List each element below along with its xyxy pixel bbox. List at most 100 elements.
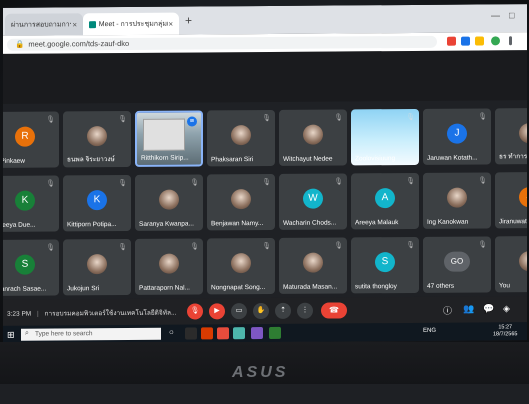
more-options-button[interactable]: ⋮ [297,302,313,319]
participant-tile[interactable]: 🎙 Nongnapat Song... [207,237,275,295]
participant-tile[interactable]: S 🎙 sutita thongloy [351,236,419,294]
windows-start-icon[interactable]: ⊞ [7,330,15,341]
participant-name: You [499,282,510,290]
search-icon: ⌕ [25,329,29,337]
participant-tile[interactable]: 🎙 Saranya Kwanpa... [135,174,203,231]
present-button[interactable]: ⇡ [275,302,291,319]
url-text: meet.google.com/tds-zauf-dko [28,38,130,49]
participant-tile[interactable]: 🎙 Witchayut Nedee [279,109,347,166]
chrome-app-icon[interactable] [233,327,245,340]
activities-icon[interactable]: ◈ [503,303,510,314]
close-icon[interactable]: × [72,20,77,29]
participant-name: Pattaraporn Nal... [139,284,190,292]
participant-tile[interactable]: 🎙 Jukojun Sri [63,238,131,296]
star-icon[interactable] [475,36,484,46]
participant-tile[interactable]: K 🎙 aneeya Due... [3,175,59,232]
participant-tile[interactable]: 🎙 Benjawan Namy... [207,173,275,231]
participant-name: 47 others [427,282,455,290]
participant-tile[interactable]: R 🎙 n Pinkaew [3,111,59,168]
chat-icon[interactable]: 💬 [483,303,494,314]
participant-tile[interactable]: ≋ Ritthikorn Sirip... [135,110,203,167]
participant-tile[interactable]: 🎙 Zoolovisiuung [351,108,419,166]
participant-name: aneeya Due... [3,221,36,229]
participant-avatar: K [15,190,35,211]
participant-tile[interactable]: 🎙 Maturada Masan... [279,237,347,294]
mic-muted-icon: 🎙 [118,243,127,252]
language-indicator[interactable]: ENG [423,328,436,334]
participant-name: sutita thongloy [355,283,397,291]
participant-tile[interactable]: 🎙 ธนพล จิระยาวงษ์ [63,110,131,168]
participant-name: Benjawan Namy... [211,220,264,228]
participant-avatar: K [87,190,107,211]
task-view-icon[interactable] [185,327,197,340]
participant-tile[interactable]: GO 🎙 47 others [423,236,491,293]
laptop-brand-logo: ASUS [232,364,289,381]
participant-avatar [231,125,251,146]
participant-name: Wacharin Chods... [283,219,337,227]
participant-tile[interactable]: K 🎙 Kittiporn Potipa... [63,174,131,232]
participant-tile[interactable]: 🎙 Pattaraporn Nal... [135,238,203,295]
participant-avatar: W [303,188,323,209]
info-icon[interactable]: ⓘ [443,304,452,317]
meeting-info: 3:23 PM | การอบรมคอมพิวเตอร์ใช้งานเทคโนโ… [7,309,177,318]
meet-icon [89,20,96,28]
extension-icon[interactable] [447,36,456,46]
mic-muted-icon: 🎙 [190,243,199,251]
camera-off-button[interactable]: ▶ [209,303,225,320]
menu-icon[interactable] [509,36,512,46]
participant-tile[interactable]: 🎙ธร ทำการ... [495,107,527,165]
mic-muted-icon: 🎙 [334,178,343,186]
browser-tabstrip: ผ่านการสอบถามการจัดทำ × Meet - การประชุม… [3,4,527,36]
meet-top-area [3,50,527,104]
mic-off-button[interactable]: 🎙 [187,303,203,320]
maximize-icon[interactable]: □ [509,10,514,20]
participant-tile[interactable]: W 🎙 Wacharin Chods... [279,173,347,230]
minimize-icon[interactable]: — [491,10,500,20]
excel-app-icon[interactable] [269,326,281,339]
meeting-title: การอบรมคอมพิวเตอร์ใช้งานเทคโนโลยีดิจิทัล… [44,309,177,318]
pdf-app-icon[interactable] [217,327,229,340]
participant-avatar: J [447,123,467,144]
new-tab-button[interactable]: + [185,14,192,28]
people-icon[interactable]: 👥 [463,304,474,315]
office-app-icon[interactable] [201,327,213,340]
participant-tile[interactable]: J 🎙 Jaruwan Kotath... [423,108,491,165]
mic-muted-icon: 🎙 [190,179,199,187]
participant-avatar: R [15,126,35,147]
mic-muted-icon: 🎙 [262,114,271,123]
participant-avatar [159,189,179,210]
participant-name: n Pinkaew [3,157,25,165]
mic-muted-icon: 🎙 [118,179,127,188]
participant-tile[interactable]: 🎙 Phaksaran Siri [207,109,275,167]
participant-name: Witchayut Nedee [283,155,333,163]
participant-avatar [87,126,107,147]
participant-name: Jaruwan Kotath... [427,154,478,162]
extension-icon[interactable] [461,36,470,46]
browser-tab-1[interactable]: ผ่านการสอบถามการจัดทำ × [5,13,83,36]
participant-name: Jukojun Sri [67,285,100,293]
cortana-icon[interactable]: ○ [169,328,181,340]
close-icon[interactable]: × [168,19,173,28]
participant-tile[interactable]: S 🎙 aranrach Sasae... [3,239,59,296]
participant-avatar: J [519,187,527,208]
raise-hand-button[interactable]: ✋ [253,302,269,320]
participant-avatar [519,123,527,144]
taskbar-clock[interactable]: 15:27 18/7/2565 [493,324,517,338]
windows-taskbar: ⊞ Type here to search ⌕ ○ ENG 15:27 18/7… [3,322,527,344]
captions-button[interactable]: ▭ [231,303,247,320]
teams-app-icon[interactable] [251,327,263,340]
participant-tile[interactable]: 🎙 Ing Kanokwan [423,172,491,229]
mic-muted-icon: 🎙 [46,180,55,188]
participant-tile[interactable]: 🎙You [495,235,527,293]
participant-avatar: S [15,254,35,275]
tab-title: Meet - การประชุมกลุ่มผู้ใช้งาน [98,20,169,28]
profile-avatar[interactable] [491,36,500,46]
participant-avatar: S [375,252,395,273]
url-field[interactable]: 🔒 meet.google.com/tds-zauf-dko [7,35,437,51]
participant-tile[interactable]: J🎙Jiranuwat Pin [495,171,527,229]
mic-muted-icon: 🎙 [334,242,343,250]
end-call-button[interactable]: ☎ [321,302,347,319]
taskbar-search-input[interactable]: Type here to search [21,327,161,341]
browser-tab-meet[interactable]: Meet - การประชุมกลุ่มผู้ใช้งาน × [83,12,179,36]
participant-tile[interactable]: A 🎙 Areeya Malauk [351,172,419,230]
